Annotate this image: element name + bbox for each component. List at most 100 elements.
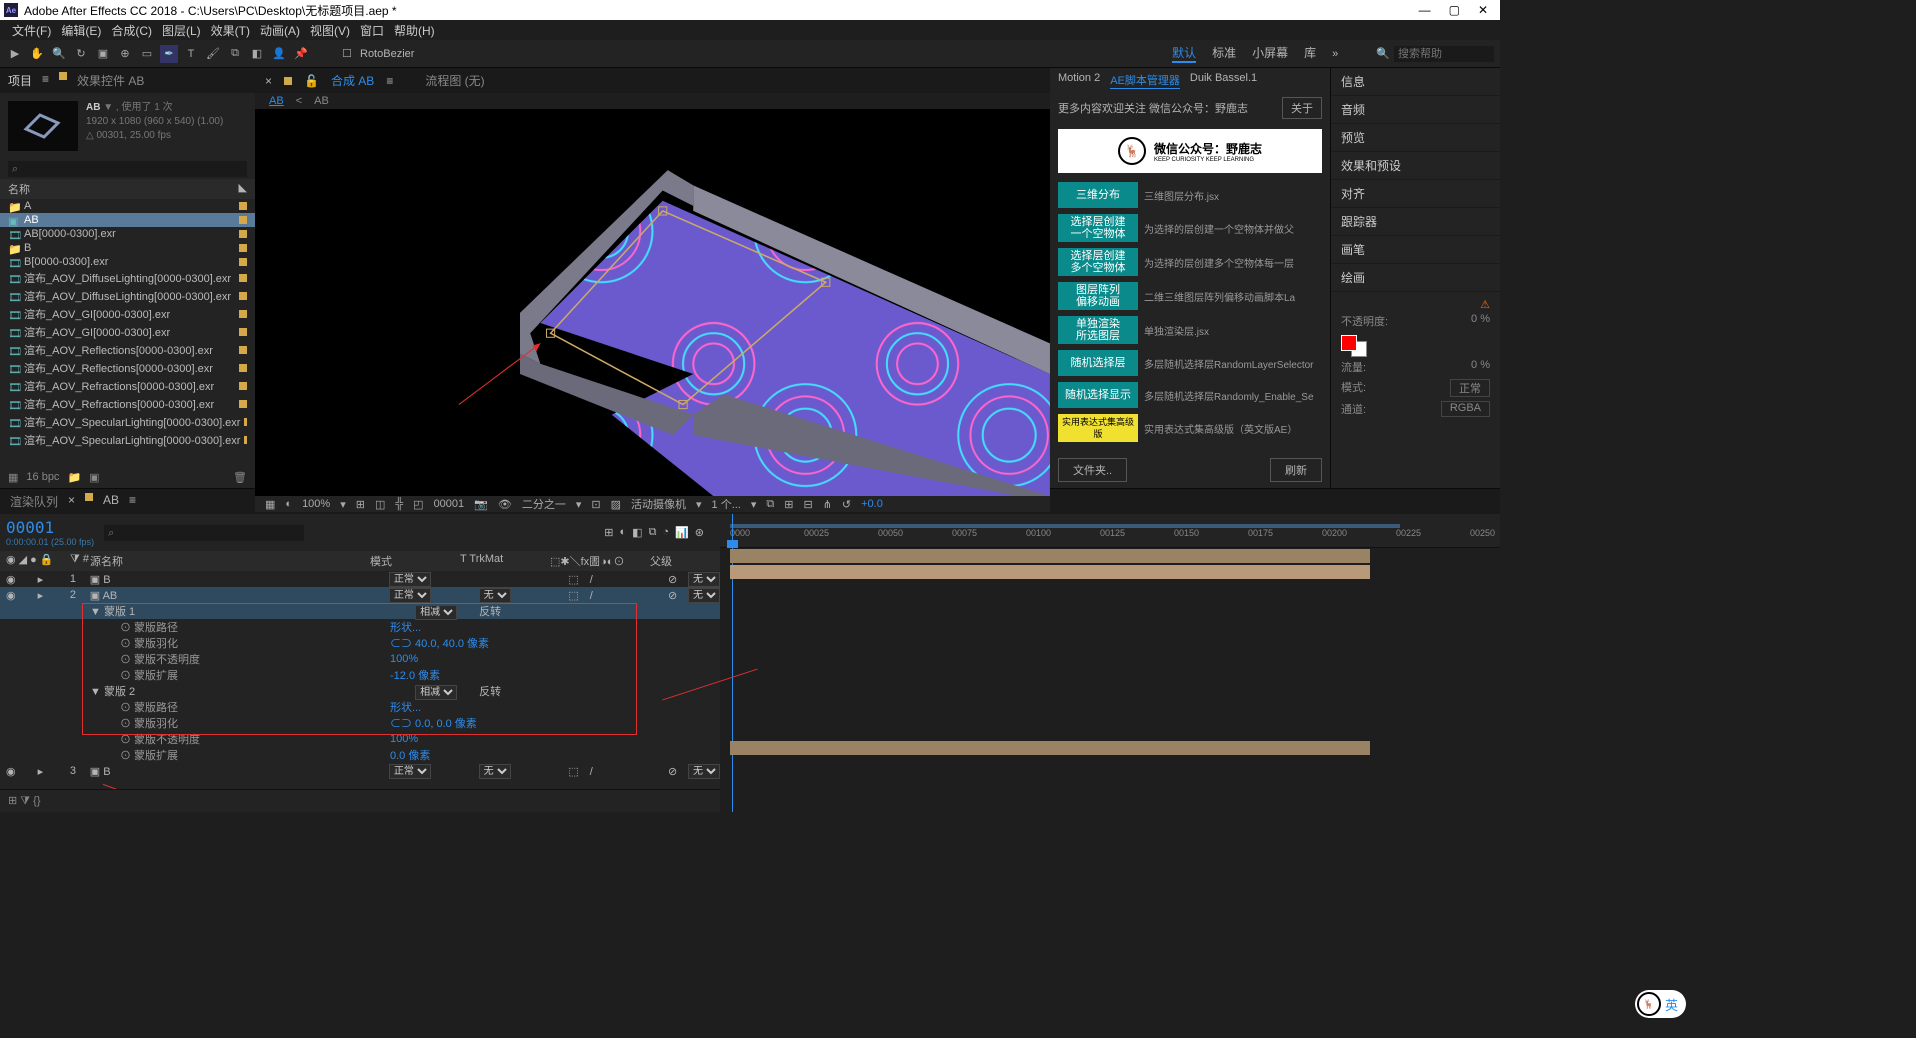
keyframe-track[interactable] [720, 660, 1500, 676]
anchor-tool-icon[interactable]: ⊕ [116, 45, 134, 63]
mask-property-row[interactable]: ⊙ 蒙版扩展0.0 像素 [0, 747, 720, 763]
project-name-column[interactable]: 名称 [8, 181, 30, 197]
toggle-switches-icon[interactable]: ⊞ ⧩ {} [8, 795, 41, 807]
keyframe-track[interactable] [720, 628, 1500, 644]
property-value[interactable]: 形状... [390, 619, 421, 635]
mask-row[interactable]: ▼ 蒙版 2相减 反转 [0, 683, 720, 699]
property-value[interactable]: 100% [390, 733, 418, 745]
composition-viewer[interactable] [255, 109, 1050, 496]
interpret-footage-icon[interactable]: ▦ [8, 471, 18, 484]
keyframe-track[interactable] [720, 644, 1500, 660]
project-item[interactable]: 🎞渲布_AOV_SpecularLighting[0000-0300].exr [0, 413, 255, 431]
tl-motion-blur-icon[interactable]: ◔ [662, 526, 669, 539]
blend-mode-select[interactable]: 正常 [389, 572, 431, 587]
viewer-flow-icon[interactable]: ⋔ [823, 498, 832, 511]
flowchart-tab[interactable]: 流程图 (无) [425, 72, 484, 89]
bpc-toggle[interactable]: 16 bpc [26, 471, 59, 484]
project-item[interactable]: 🎞渲布_AOV_DiffuseLighting[0000-0300].exr [0, 287, 255, 305]
script-tab[interactable]: Duik Bassel.1 [1190, 72, 1257, 89]
timeline-graph[interactable]: 0000000250005000075001000012500150001750… [720, 514, 1500, 812]
ime-indicator[interactable]: 🦌 英 [1635, 990, 1686, 1018]
tl-shy-icon[interactable]: ◐ [620, 526, 627, 539]
transparency-icon[interactable]: ▨ [611, 498, 621, 511]
mask-mode-select[interactable]: 相减 [415, 685, 457, 700]
viewer-grid-icon[interactable]: ▦ [265, 498, 275, 511]
mask-property-row[interactable]: ⊙ 蒙版路径形状... [0, 619, 720, 635]
folder-button[interactable]: 文件夹.. [1058, 458, 1127, 482]
refresh-button[interactable]: 刷新 [1270, 458, 1322, 482]
script-run-button[interactable]: 单独渲染所选图层 [1058, 316, 1138, 344]
exposure-value[interactable]: +0.0 [861, 498, 883, 510]
tl-draft3d-icon[interactable]: ◧ [632, 526, 642, 539]
menu-item[interactable]: 图层(L) [158, 22, 205, 39]
new-folder-icon[interactable]: 📁 [67, 471, 81, 484]
snapshot-icon[interactable]: 📷 [474, 498, 488, 511]
property-value[interactable]: ⊂⊃ 40.0, 40.0 像素 [390, 635, 489, 651]
project-item[interactable]: 🎞渲布_AOV_DiffuseLighting[0000-0300].exr [0, 269, 255, 287]
selection-tool-icon[interactable]: ▶ [6, 45, 24, 63]
puppet-tool-icon[interactable]: 📌 [292, 45, 310, 63]
keyframe-track[interactable] [720, 692, 1500, 708]
script-run-button[interactable]: 选择层创建多个空物体 [1058, 248, 1138, 276]
project-item[interactable]: 🎞渲布_AOV_Reflections[0000-0300].exr [0, 359, 255, 377]
mask-property-row[interactable]: ⊙ 蒙版羽化⊂⊃ 40.0, 40.0 像素 [0, 635, 720, 651]
mask-row[interactable]: ▼ 蒙版 1相减 反转 [0, 603, 720, 619]
project-item[interactable]: 📁A [0, 199, 255, 213]
search-help-input[interactable] [1394, 46, 1494, 62]
layer-bar[interactable] [730, 549, 1370, 563]
channel-value[interactable]: RGBA [1441, 401, 1490, 417]
mode-value[interactable]: 正常 [1450, 379, 1490, 397]
trkmat-select[interactable]: 无 [479, 588, 511, 603]
blend-mode-select[interactable]: 正常 [389, 588, 431, 603]
hand-tool-icon[interactable]: ✋ [28, 45, 46, 63]
mask-property-row[interactable]: ⊙ 蒙版羽化⊂⊃ 0.0, 0.0 像素 [0, 715, 720, 731]
menu-item[interactable]: 帮助(H) [390, 22, 439, 39]
trash-icon[interactable]: 🗑 [233, 471, 247, 484]
project-list[interactable]: 📁A▣AB🎞AB[0000-0300].exr📁B🎞B[0000-0300].e… [0, 199, 255, 467]
rotate-tool-icon[interactable]: ↻ [72, 45, 90, 63]
tl-graph-icon[interactable]: 📊 [675, 526, 689, 539]
maximize-button[interactable]: ▢ [1449, 3, 1460, 17]
project-tab[interactable]: 项目 [8, 72, 32, 89]
camera-tool-icon[interactable]: ▣ [94, 45, 112, 63]
parent-select[interactable]: 无 [688, 588, 720, 603]
resolution-dropdown[interactable]: 二分之一 [522, 496, 566, 512]
clone-tool-icon[interactable]: ⧉ [226, 45, 244, 63]
viewer-roi-icon[interactable]: ◰ [413, 498, 423, 511]
menu-item[interactable]: 视图(V) [306, 22, 354, 39]
script-run-button[interactable]: 实用表达式集高级版 [1058, 414, 1138, 442]
viewer-share-icon[interactable]: ⧉ [766, 498, 774, 511]
brush-tool-icon[interactable]: 🖌 [204, 45, 222, 63]
keyframe-track[interactable] [720, 724, 1500, 740]
mask-mode-select[interactable]: 相减 [415, 605, 457, 620]
tl-frame-blend-icon[interactable]: ⧉ [649, 526, 657, 539]
show-snapshot-icon[interactable]: 👁 [498, 498, 512, 511]
project-label-column-icon[interactable]: ◣ [239, 181, 247, 197]
viewer-timeline-icon[interactable]: ⊟ [803, 498, 812, 511]
effect-controls-tab[interactable]: 效果控件 AB [77, 72, 144, 89]
roto-tool-icon[interactable]: 👤 [270, 45, 288, 63]
menu-item[interactable]: 窗口 [356, 22, 388, 39]
flow-value[interactable]: 0 % [1471, 359, 1490, 375]
zoom-dropdown[interactable]: 100% [302, 498, 330, 510]
panel-header[interactable]: 效果和预设 [1331, 152, 1500, 180]
timeline-search-input[interactable] [104, 525, 304, 541]
menu-item[interactable]: 编辑(E) [57, 22, 105, 39]
viewer-guides-icon[interactable]: ╬ [395, 498, 403, 510]
viewer-res-icon[interactable]: ⊞ [356, 498, 365, 511]
tl-brain-icon[interactable]: ⊛ [695, 526, 704, 539]
parent-select[interactable]: 无 [688, 572, 720, 587]
comp-close-icon[interactable]: × [265, 74, 272, 88]
project-item[interactable]: ▣AB [0, 213, 255, 227]
frame-display[interactable]: 00001 [434, 498, 465, 510]
menu-item[interactable]: 效果(T) [207, 22, 254, 39]
project-item[interactable]: 🎞渲布_AOV_GI[0000-0300].exr [0, 305, 255, 323]
property-value[interactable]: ⊂⊃ 0.0, 0.0 像素 [390, 715, 477, 731]
mask-property-row[interactable]: ⊙ 蒙版扩展-12.0 像素 [0, 667, 720, 683]
viewer-mask-icon[interactable]: ◫ [375, 498, 385, 511]
minimize-button[interactable]: — [1419, 3, 1431, 17]
panel-menu-icon[interactable]: ≡ [42, 72, 49, 89]
menu-item[interactable]: 合成(C) [107, 22, 156, 39]
work-area-bar[interactable] [730, 524, 1400, 528]
close-button[interactable]: ✕ [1478, 3, 1488, 17]
